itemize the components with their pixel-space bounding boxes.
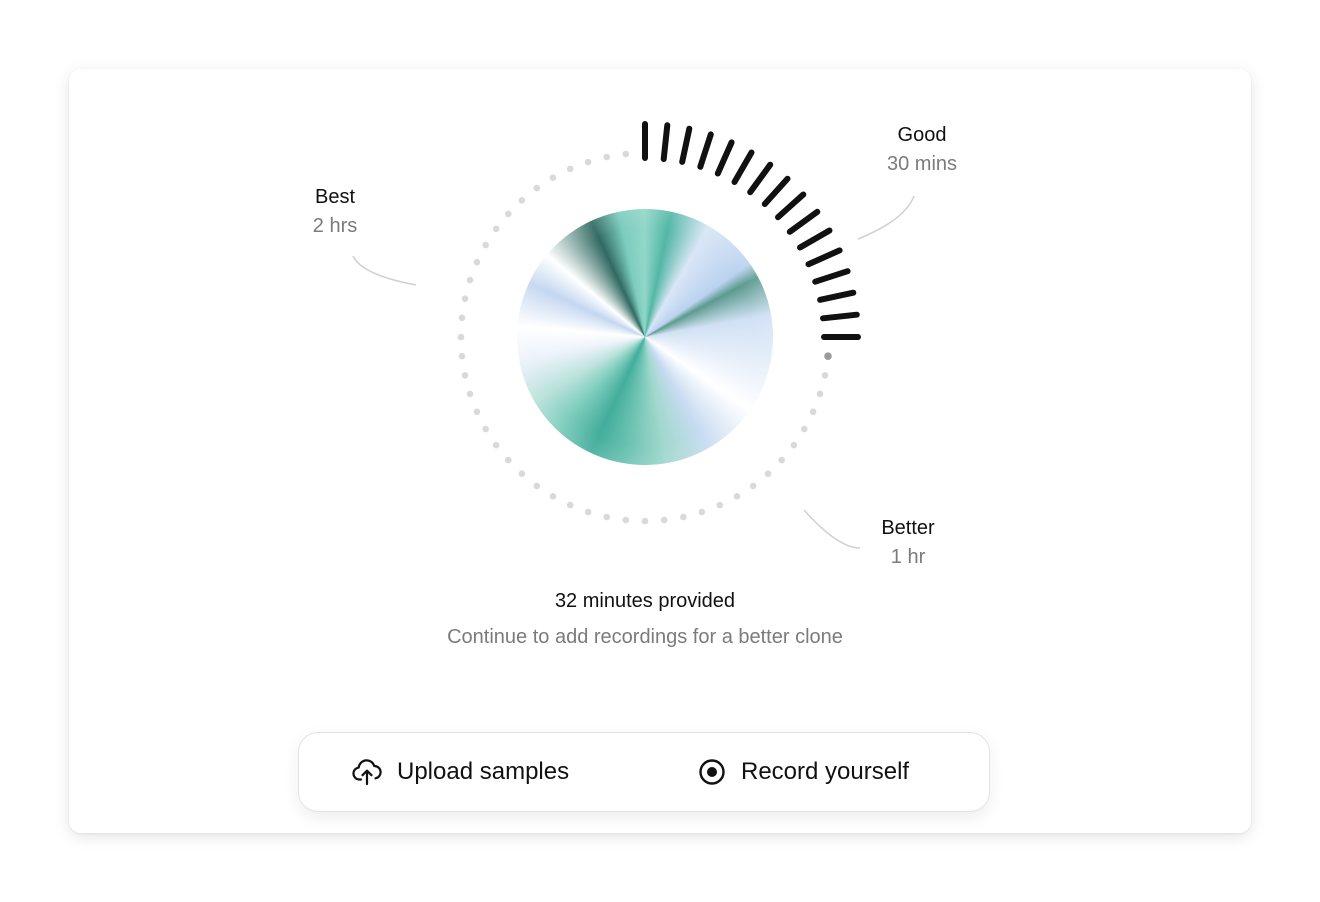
track-dot <box>698 508 706 516</box>
track-dot <box>457 333 465 341</box>
milestone-better: Better 1 hr <box>848 514 968 572</box>
track-dot <box>660 516 668 524</box>
good-leader-line <box>857 195 915 240</box>
track-dot <box>790 441 798 449</box>
track-dot <box>622 516 630 524</box>
track-dot <box>458 352 466 360</box>
track-dot <box>733 493 741 500</box>
milestone-better-value: 1 hr <box>890 546 926 568</box>
track-dot <box>584 158 592 166</box>
progress-tick <box>747 161 774 196</box>
progress-tick <box>786 208 821 235</box>
progress-tick <box>697 131 714 170</box>
track-dot <box>809 408 817 416</box>
record-yourself-label: Record yourself <box>741 758 910 785</box>
track-dot <box>566 501 574 509</box>
track-dot <box>505 456 512 464</box>
track-dot <box>603 153 610 161</box>
status-hint-text: Continue to add recordings for a better … <box>447 626 843 648</box>
track-dot <box>482 241 490 249</box>
progress-tick <box>797 227 833 251</box>
progress-tick <box>660 122 671 162</box>
track-dot <box>549 174 557 181</box>
track-dot <box>821 372 829 379</box>
progress-marker-dot <box>824 352 832 361</box>
minutes-provided-text: 32 minutes provided <box>554 590 736 612</box>
actions-bar: Upload samples Record yourself <box>298 732 990 812</box>
track-dot <box>518 197 526 204</box>
track-dot <box>466 276 474 284</box>
progress-tick <box>805 247 843 268</box>
best-leader-line <box>352 255 417 286</box>
upload-samples-label: Upload samples <box>397 758 570 785</box>
cloud-upload-icon <box>351 756 383 788</box>
track-dot <box>764 470 772 478</box>
track-dot <box>458 314 466 322</box>
progress-tick <box>731 149 755 185</box>
track-dot <box>603 513 610 521</box>
track-dot <box>505 210 512 218</box>
milestone-good: Good 30 mins <box>862 121 982 179</box>
track-dot <box>533 482 541 490</box>
milestone-better-title: Better <box>881 517 935 539</box>
milestone-good-title: Good <box>897 124 947 146</box>
track-dot <box>622 150 630 158</box>
progress-tick <box>714 139 735 177</box>
track-dot <box>716 501 724 509</box>
track-dot <box>473 258 481 266</box>
progress-tick <box>679 125 693 165</box>
track-dot <box>680 513 687 521</box>
progress-tick <box>775 191 807 221</box>
progress-tick <box>761 175 791 207</box>
track-dot <box>566 165 574 173</box>
track-dot <box>749 482 757 490</box>
track-dot <box>549 493 557 500</box>
track-dot <box>461 372 469 379</box>
record-yourself-button[interactable]: Record yourself <box>697 733 909 811</box>
track-dot <box>492 441 500 449</box>
record-icon <box>697 757 727 787</box>
track-dot <box>473 408 481 416</box>
upload-samples-button[interactable]: Upload samples <box>351 733 569 811</box>
track-dot <box>584 508 592 516</box>
track-dot <box>482 425 490 433</box>
voice-visualizer <box>517 209 773 465</box>
track-dot <box>461 295 469 303</box>
milestone-best-title: Best <box>314 186 356 208</box>
progress-tick <box>817 289 857 303</box>
track-dot <box>533 184 541 192</box>
track-dot <box>466 390 474 398</box>
track-dot <box>492 225 500 233</box>
track-dot <box>816 390 824 398</box>
milestone-best-value: 2 hrs <box>312 215 358 237</box>
track-dot <box>518 470 526 478</box>
track-dot <box>778 456 785 464</box>
track-dot <box>641 517 649 525</box>
progress-tick <box>820 311 860 322</box>
milestone-best: Best 2 hrs <box>275 183 395 241</box>
progress-tick <box>812 268 851 285</box>
track-dot <box>801 425 808 433</box>
milestone-good-value: 30 mins <box>886 153 958 175</box>
